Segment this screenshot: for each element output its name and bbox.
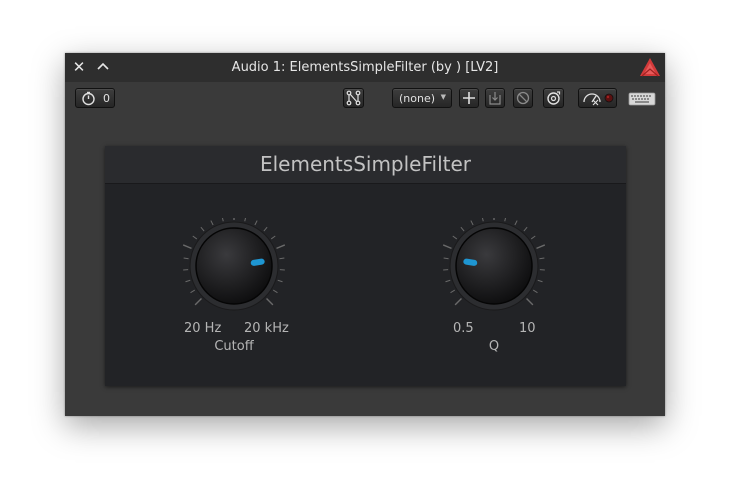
- q-knob-group: 0.5 10 Q: [434, 218, 554, 368]
- knob-cap: [455, 227, 533, 305]
- record-led-icon: [604, 93, 614, 103]
- plugin-gui-panel: ElementsSimpleFilter 20 Hz 20 kHz Cutoff…: [105, 146, 626, 386]
- latency-button[interactable]: 0: [75, 88, 115, 108]
- cutoff-min-label: 20 Hz: [184, 321, 222, 336]
- pin-routing-button[interactable]: [343, 88, 364, 108]
- add-preset-button[interactable]: [459, 88, 479, 108]
- keyboard-icon[interactable]: [628, 89, 656, 107]
- title-bar: ✕ Audio 1: ElementsSimpleFilter (by ) [L…: [65, 53, 665, 82]
- timer-icon: [82, 91, 95, 106]
- power-icon: [547, 91, 561, 105]
- save-preset-button[interactable]: [485, 88, 505, 108]
- preset-dropdown[interactable]: (none) ▼: [392, 88, 452, 108]
- plugin-header: ElementsSimpleFilter: [105, 146, 626, 184]
- cutoff-knob-group: 20 Hz 20 kHz Cutoff: [174, 218, 294, 368]
- automation-button[interactable]: [578, 88, 617, 108]
- dropdown-arrow-icon: ▼: [440, 93, 446, 101]
- save-icon: [489, 92, 501, 105]
- plugin-toolbar: 0 (none) ▼: [65, 82, 665, 116]
- bypass-button[interactable]: [543, 88, 564, 108]
- routing-icon: [346, 90, 361, 106]
- cutoff-knob[interactable]: [174, 218, 294, 318]
- latency-value: 0: [103, 92, 110, 105]
- ardour-logo-icon: [640, 58, 660, 77]
- plugin-title: ElementsSimpleFilter: [259, 152, 472, 176]
- q-min-label: 0.5: [453, 321, 474, 336]
- plugin-window: ✕ Audio 1: ElementsSimpleFilter (by ) [L…: [65, 53, 665, 416]
- delete-preset-button[interactable]: [513, 88, 533, 108]
- q-label: Q: [488, 339, 500, 354]
- plus-icon: [463, 92, 475, 104]
- gauge-icon: [583, 93, 601, 106]
- cutoff-max-label: 20 kHz: [244, 321, 289, 336]
- forbidden-icon: [516, 91, 530, 105]
- knob-cap: [195, 227, 273, 305]
- cutoff-label: Cutoff: [214, 339, 254, 354]
- knob-indicator: [463, 258, 478, 266]
- knob-indicator: [250, 258, 265, 266]
- preset-selected-value: (none): [399, 92, 436, 105]
- q-max-label: 10: [519, 321, 536, 336]
- q-knob[interactable]: [434, 218, 554, 318]
- window-title: Audio 1: ElementsSimpleFilter (by ) [LV2…: [231, 60, 499, 75]
